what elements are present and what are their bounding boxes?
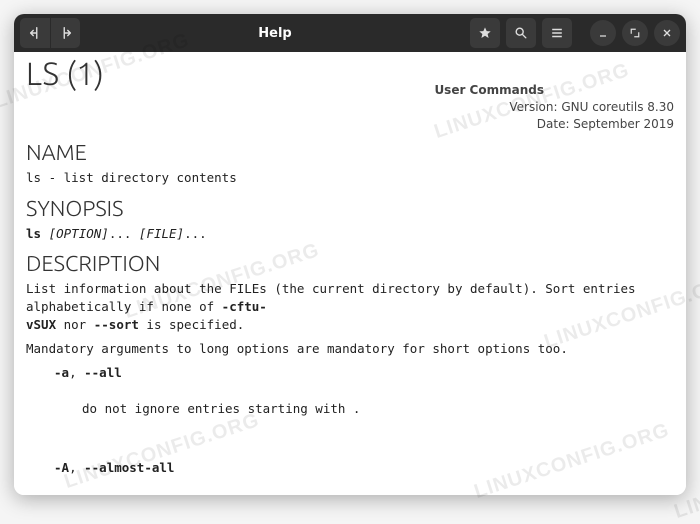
opt-A-flag: -A: [54, 460, 69, 475]
section-synopsis-heading: SYNOPSIS: [26, 196, 674, 221]
opt-a-sep: ,: [69, 365, 84, 380]
desc-p1c: vSUX: [26, 317, 56, 332]
option-a: -a, --all do not ignore entries starting…: [54, 364, 674, 455]
content-area: LS (1) User Commands Version: GNU coreut…: [14, 52, 686, 495]
manual-category: User Commands: [434, 82, 544, 99]
opt-a-long: --all: [84, 365, 122, 380]
forward-button[interactable]: [50, 18, 80, 48]
section-description-heading: DESCRIPTION: [26, 251, 674, 276]
desc-p1b: -cftu-: [222, 299, 267, 314]
synopsis-option: [OPTION]: [49, 226, 109, 241]
search-icon: [514, 26, 528, 40]
version-label: Version: GNU coreutils 8.30: [509, 100, 674, 114]
desc-p1e: --sort: [94, 317, 139, 332]
opt-A-long: --almost-all: [84, 460, 174, 475]
synopsis-mid: ...: [109, 226, 139, 241]
synopsis-tail: ...: [184, 226, 207, 241]
arrow-right-icon: [59, 26, 73, 40]
synopsis-cmd: ls: [26, 226, 41, 241]
option-A: -A, --almost-all do not list implied . a…: [54, 459, 674, 495]
app-window: Help LS (1) User Comm: [14, 14, 686, 495]
opt-a-desc: do not ignore entries starting with .: [82, 400, 674, 418]
bookmark-button[interactable]: [470, 18, 500, 48]
synopsis-file: [FILE]: [139, 226, 184, 241]
desc-p1f: is specified.: [139, 317, 244, 332]
description-p2: Mandatory arguments to long options are …: [26, 340, 674, 358]
opt-A-sep: ,: [69, 460, 84, 475]
close-button[interactable]: [654, 20, 680, 46]
maximize-icon: [629, 27, 641, 39]
window-title: Help: [84, 26, 466, 41]
star-icon: [478, 26, 492, 40]
minimize-button[interactable]: [590, 20, 616, 46]
description-p1: List information about the FILEs (the cu…: [26, 280, 674, 334]
close-icon: [661, 27, 673, 39]
titlebar: Help: [14, 14, 686, 52]
opt-a-flag: -a: [54, 365, 69, 380]
back-button[interactable]: [20, 18, 50, 48]
synopsis-line: ls [OPTION]... [FILE]...: [26, 225, 674, 243]
hamburger-icon: [550, 26, 564, 40]
search-button[interactable]: [506, 18, 536, 48]
desc-p1d: nor: [56, 317, 94, 332]
date-label: Date: September 2019: [537, 117, 674, 131]
maximize-button[interactable]: [622, 20, 648, 46]
manpage-header-right: User Commands Version: GNU coreutils 8.3…: [26, 82, 674, 132]
nav-group: [20, 18, 80, 48]
name-text: ls - list directory contents: [26, 169, 674, 187]
desc-p1a: List information about the FILEs (the cu…: [26, 281, 643, 314]
arrow-left-icon: [28, 26, 42, 40]
minimize-icon: [597, 27, 609, 39]
right-controls: [470, 18, 680, 48]
menu-button[interactable]: [542, 18, 572, 48]
section-name-heading: NAME: [26, 140, 674, 165]
